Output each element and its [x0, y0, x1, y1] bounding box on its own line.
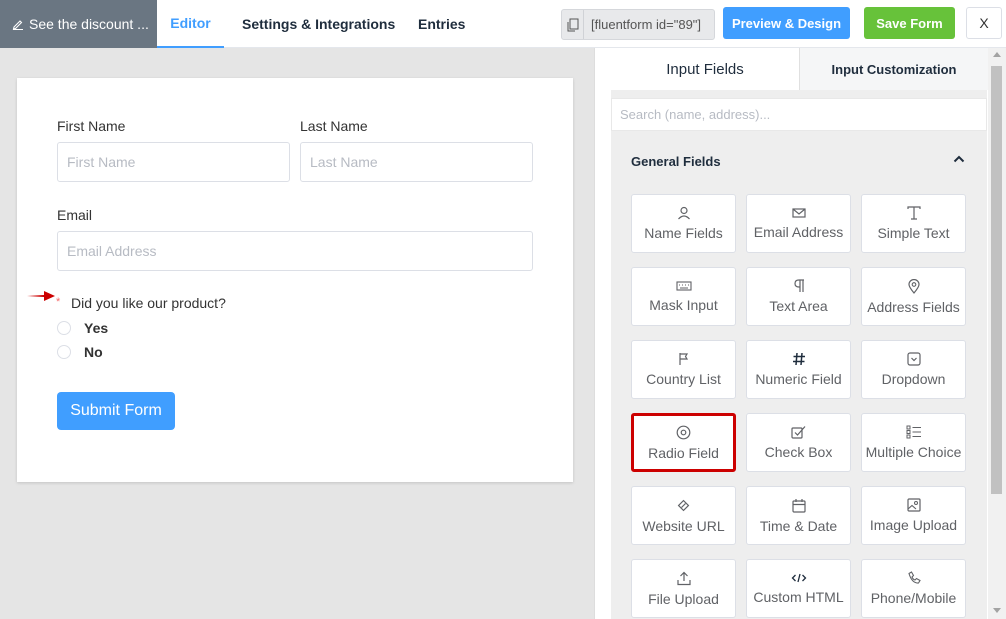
field-tile-website-url[interactable]: Website URL — [631, 486, 736, 545]
phone-icon — [907, 571, 921, 584]
submit-form-button[interactable]: Submit Form — [57, 392, 175, 430]
flag-icon — [678, 353, 688, 365]
radio-circle[interactable] — [57, 345, 71, 359]
keyboard-icon — [675, 281, 692, 291]
red-arrow-icon — [27, 291, 55, 301]
text-icon — [906, 206, 921, 220]
field-tile-address[interactable]: Address Fields — [861, 267, 966, 326]
email-label: Email — [57, 207, 93, 223]
checkbox-icon — [791, 426, 806, 439]
field-tile-label: Time & Date — [759, 517, 838, 534]
close-button[interactable]: X — [966, 7, 1002, 39]
shortcode-copy[interactable]: [fluentform id="89"] — [561, 9, 715, 40]
link-icon — [677, 499, 690, 511]
field-tile-label: Image Upload — [869, 517, 958, 533]
upload-icon — [676, 571, 691, 585]
first-name-label: First Name — [57, 118, 126, 134]
radio-circle[interactable] — [57, 321, 71, 335]
field-tile-numeric[interactable]: Numeric Field — [746, 340, 851, 399]
field-tile-label: Simple Text — [877, 225, 950, 241]
chevron-up-icon[interactable] — [953, 155, 965, 163]
shortcode-text: [fluentform id="89"] — [591, 17, 702, 32]
field-tile-dropdown[interactable]: Dropdown — [861, 340, 966, 399]
search-input[interactable]: Search (name, address)... — [611, 98, 987, 131]
map-pin-icon — [907, 278, 920, 294]
image-icon — [906, 498, 921, 512]
field-tile-label: Website URL — [642, 517, 725, 534]
field-tile-label: Multiple Choice — [865, 444, 962, 460]
tab-entries[interactable]: Entries — [418, 0, 465, 48]
field-tile-time-date[interactable]: Time & Date — [746, 486, 851, 545]
tab-editor[interactable]: Editor — [157, 0, 224, 48]
scroll-up-arrow[interactable] — [993, 52, 1001, 57]
field-tile-custom-html[interactable]: Custom HTML — [746, 559, 851, 618]
field-tile-label: Custom HTML — [753, 589, 844, 605]
scroll-down-arrow[interactable] — [993, 608, 1001, 613]
email-input[interactable]: Email Address — [57, 231, 533, 271]
field-tile-label: Radio Field — [648, 444, 719, 461]
field-tile-phone[interactable]: Phone/Mobile — [861, 559, 966, 618]
form-name-label: See the discount ... — [29, 16, 149, 32]
question-label: Did you like our product? — [71, 295, 226, 311]
sidebar-scrollbar[interactable] — [988, 48, 1006, 619]
last-name-input[interactable]: Last Name — [300, 142, 533, 182]
list-icon — [906, 425, 921, 439]
hash-icon — [792, 352, 805, 366]
user-icon — [677, 206, 690, 220]
group-title[interactable]: General Fields — [631, 154, 721, 169]
field-tile-text-area[interactable]: Text Area — [746, 267, 851, 326]
field-tile-label: Check Box — [764, 444, 833, 460]
scroll-thumb[interactable] — [991, 66, 1002, 494]
field-tile-country-list[interactable]: Country List — [631, 340, 736, 399]
tab-settings-integrations[interactable]: Settings & Integrations — [242, 0, 395, 48]
first-name-input[interactable]: First Name — [57, 142, 290, 182]
field-tile-label: Name Fields — [644, 225, 723, 241]
field-tile-label: Email Address — [753, 224, 844, 240]
field-tile-email[interactable]: Email Address — [746, 194, 851, 253]
field-tile-multiple-choice[interactable]: Multiple Choice — [861, 413, 966, 472]
code-icon — [791, 573, 806, 583]
radio-option-label: No — [84, 344, 103, 360]
save-form-button[interactable]: Save Form — [864, 7, 955, 39]
pencil-icon — [12, 20, 23, 30]
field-tile-label: Country List — [646, 371, 721, 387]
copy-icon — [562, 10, 584, 39]
radio-option-label: Yes — [84, 320, 109, 336]
required-mark: * — [56, 296, 61, 308]
envelope-icon — [791, 208, 806, 218]
field-tile-simple-text[interactable]: Simple Text — [861, 194, 966, 253]
field-tile-file-upload[interactable]: File Upload — [631, 559, 736, 618]
field-tile-label: Dropdown — [881, 371, 946, 387]
field-tile-name[interactable]: Name Fields — [631, 194, 736, 253]
calendar-icon — [791, 498, 806, 513]
tab-input-fields[interactable]: Input Fields — [611, 48, 799, 90]
field-tile-checkbox[interactable]: Check Box — [746, 413, 851, 472]
radio-option-yes[interactable]: Yes — [57, 320, 108, 336]
dropdown-icon — [906, 352, 921, 366]
fields-sidebar: Input Fields Input Customization Search … — [594, 48, 1006, 619]
paragraph-icon — [793, 279, 804, 292]
last-name-label: Last Name — [300, 118, 368, 134]
field-tile-label: Mask Input — [649, 297, 718, 313]
field-tile-label: Phone/Mobile — [870, 590, 957, 606]
field-tile-label: Text Area — [769, 298, 828, 314]
top-bar: See the discount ... Editor Settings & I… — [0, 0, 1006, 48]
field-tile-radio[interactable]: Radio Field — [631, 413, 736, 472]
tab-input-customization[interactable]: Input Customization — [799, 48, 988, 90]
field-tile-mask-input[interactable]: Mask Input — [631, 267, 736, 326]
preview-design-button[interactable]: Preview & Design — [723, 7, 850, 39]
field-tile-image-upload[interactable]: Image Upload — [861, 486, 966, 545]
field-tile-label: Numeric Field — [755, 371, 842, 387]
radio-icon — [676, 425, 691, 439]
form-name-button[interactable]: See the discount ... — [0, 0, 157, 48]
field-tile-label: File Upload — [648, 590, 719, 607]
field-tile-label: Address Fields — [867, 298, 960, 315]
radio-option-no[interactable]: No — [57, 344, 103, 360]
